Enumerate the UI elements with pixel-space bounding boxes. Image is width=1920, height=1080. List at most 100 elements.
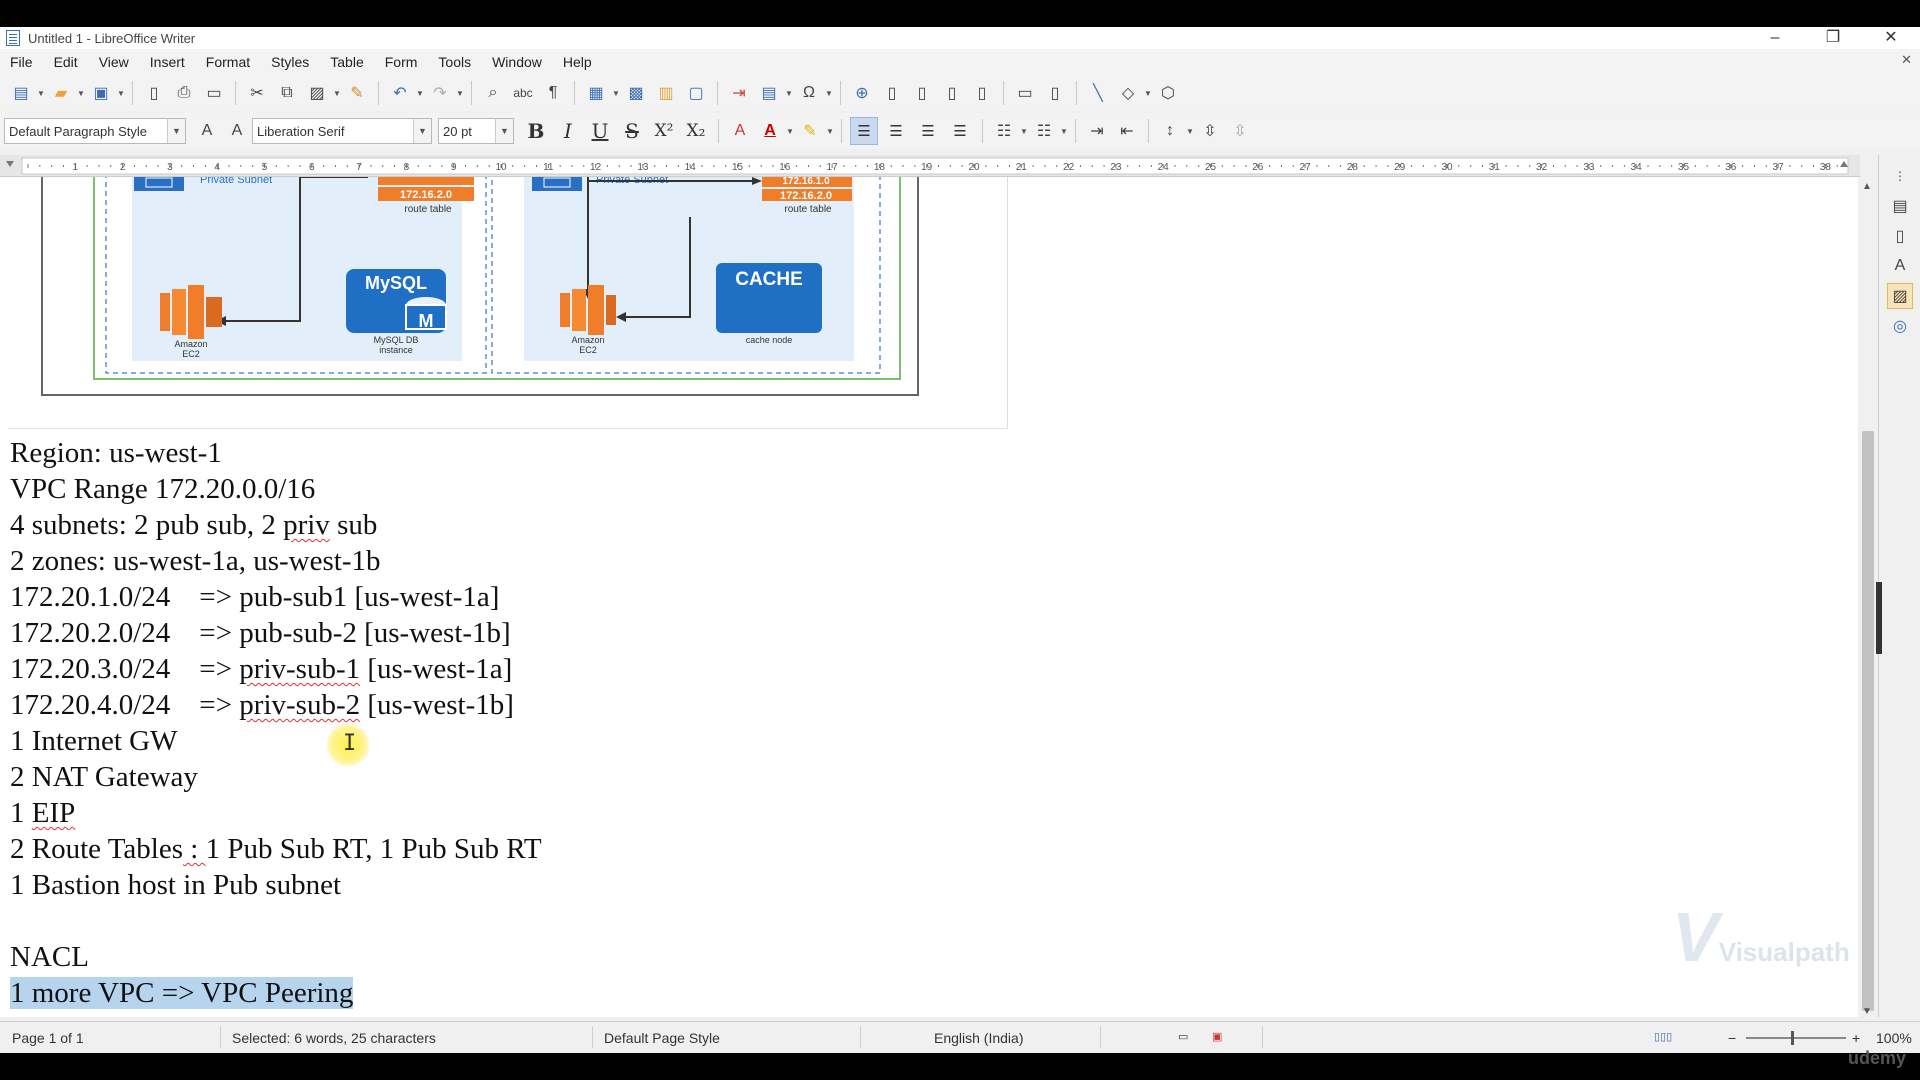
spelling-icon[interactable]: abc — [510, 80, 536, 106]
numbered-list-icon[interactable]: ☷ — [1031, 118, 1057, 144]
new-dropdown-icon[interactable]: ▼ — [36, 80, 46, 106]
insert-table-icon[interactable]: ▦ — [583, 80, 609, 106]
clone-formatting-icon[interactable]: ✎ — [344, 80, 370, 106]
sidebar-menu-icon[interactable]: ⋮ — [1887, 163, 1913, 189]
close-window-button[interactable]: ✕ — [1862, 27, 1920, 49]
line-spacing-dropdown-icon[interactable]: ▼ — [1185, 118, 1195, 144]
clear-formatting-icon[interactable]: A — [727, 118, 753, 144]
close-document-icon[interactable]: ✕ — [1901, 52, 1912, 68]
print-preview-icon[interactable]: ▭ — [201, 80, 227, 106]
field-dropdown-icon[interactable]: ▼ — [784, 80, 794, 106]
italic-button[interactable]: I — [554, 117, 582, 145]
underline-button[interactable]: U — [586, 117, 614, 145]
insert-mode-icon[interactable]: ▭ — [1178, 1030, 1188, 1043]
save-icon[interactable]: ▣ — [88, 80, 114, 106]
strikethrough-button[interactable]: S — [618, 117, 646, 145]
vpc-diagram-image[interactable]: Private Subnet Private Subnet 172.16.2.0… — [8, 177, 1008, 429]
chevron-down-icon[interactable]: ▼ — [495, 119, 513, 143]
scrollbar-thumb[interactable] — [1862, 431, 1874, 1011]
open-dropdown-icon[interactable]: ▼ — [76, 80, 86, 106]
menu-view[interactable]: View — [89, 54, 140, 70]
horizontal-ruler[interactable]: 1 2 3 4 5 6 7 8 9 10 11 12 13 14 15 16 17 18 19 20 21 22 23 24 2… — [0, 155, 1860, 177]
minimize-button[interactable]: – — [1746, 27, 1804, 49]
menu-form[interactable]: Form — [375, 54, 429, 70]
paste-dropdown-icon[interactable]: ▼ — [332, 80, 342, 106]
insert-textbox-icon[interactable]: ▢ — [683, 80, 709, 106]
align-center-button[interactable]: ☰ — [882, 117, 910, 145]
highlight-color-icon[interactable]: ✎ — [797, 118, 823, 144]
save-dropdown-icon[interactable]: ▼ — [116, 80, 126, 106]
cross-reference-icon[interactable]: ▯ — [969, 80, 995, 106]
menu-tools[interactable]: Tools — [428, 54, 482, 70]
menu-format[interactable]: Format — [196, 54, 261, 70]
menu-table[interactable]: Table — [320, 54, 374, 70]
chevron-down-icon[interactable]: ▼ — [413, 119, 431, 143]
document-modified-icon[interactable]: ▣ — [1212, 1030, 1222, 1043]
insert-image-icon[interactable]: ▩ — [623, 80, 649, 106]
navigator-icon[interactable]: ◎ — [1887, 313, 1913, 339]
align-right-button[interactable]: ☰ — [914, 117, 942, 145]
menu-help[interactable]: Help — [553, 54, 603, 70]
export-pdf-icon[interactable]: ▯ — [141, 80, 167, 106]
hyperlink-icon[interactable]: ⊕ — [849, 80, 875, 106]
insert-field-icon[interactable]: ▤ — [756, 80, 782, 106]
line-spacing-icon[interactable]: ↕ — [1157, 118, 1183, 144]
table-dropdown-icon[interactable]: ▼ — [611, 80, 621, 106]
properties-icon[interactable]: ▤ — [1887, 193, 1913, 219]
bullet-list-icon[interactable]: ☷ — [991, 118, 1017, 144]
undo-icon[interactable]: ↶ — [387, 80, 413, 106]
zoom-slider[interactable] — [1746, 1037, 1846, 1039]
increase-indent-icon[interactable]: ⇥ — [1084, 118, 1110, 144]
scroll-up-icon[interactable]: ▲ — [1862, 181, 1872, 192]
new-style-icon[interactable]: A — [224, 118, 250, 144]
zoom-in-icon[interactable]: + — [1852, 1030, 1860, 1046]
track-changes-icon[interactable]: ▯ — [1042, 80, 1068, 106]
find-replace-icon[interactable]: ⌕ — [480, 80, 506, 106]
gallery-icon[interactable]: ▨ — [1887, 283, 1913, 309]
special-character-icon[interactable]: Ω — [796, 80, 822, 106]
zoom-level[interactable]: 100% — [1876, 1030, 1912, 1046]
styles-icon[interactable]: A — [1887, 253, 1913, 279]
font-size-select[interactable]: 20 pt ▼ — [438, 118, 514, 144]
formatting-marks-icon[interactable]: ¶ — [540, 80, 566, 106]
insert-line-icon[interactable]: ╲ — [1085, 80, 1111, 106]
view-layout-icon[interactable]: ▯▯▯ — [1654, 1030, 1672, 1043]
page-count[interactable]: Page 1 of 1 — [12, 1030, 84, 1046]
font-name-select[interactable]: Liberation Serif ▼ — [252, 118, 432, 144]
decrease-paragraph-spacing-icon[interactable]: ⇳ — [1227, 118, 1253, 144]
document-page[interactable]: Private Subnet Private Subnet 172.16.2.0… — [0, 177, 1858, 1017]
font-color-icon[interactable]: A — [757, 118, 783, 144]
zoom-out-icon[interactable]: − — [1728, 1030, 1736, 1046]
font-color-dropdown-icon[interactable]: ▼ — [785, 118, 795, 144]
superscript-button[interactable]: X² — [650, 117, 678, 145]
new-document-icon[interactable]: ▤ — [8, 80, 34, 106]
restore-button[interactable]: ❐ — [1804, 27, 1862, 49]
redo-dropdown-icon[interactable]: ▼ — [455, 80, 465, 106]
scroll-down-icon[interactable]: ▼ — [1862, 1006, 1872, 1017]
insert-chart-icon[interactable]: ▥ — [653, 80, 679, 106]
word-count[interactable]: Selected: 6 words, 25 characters — [232, 1030, 436, 1046]
menu-file[interactable]: File — [0, 54, 44, 70]
shapes-dropdown-icon[interactable]: ▼ — [1143, 80, 1153, 106]
numbered-dropdown-icon[interactable]: ▼ — [1059, 118, 1069, 144]
bookmark-icon[interactable]: ▯ — [939, 80, 965, 106]
draw-functions-icon[interactable]: ⬡ — [1155, 80, 1181, 106]
endnote-icon[interactable]: ▯ — [909, 80, 935, 106]
copy-icon[interactable]: ⧉ — [274, 80, 300, 106]
print-icon[interactable]: ⎙ — [171, 80, 197, 106]
paragraph-style-select[interactable]: Default Paragraph Style ▼ — [4, 118, 186, 144]
bold-button[interactable]: B — [522, 117, 550, 145]
paste-icon[interactable]: ▨ — [304, 80, 330, 106]
align-left-button[interactable]: ☰ — [850, 117, 878, 145]
zoom-slider-handle[interactable] — [1791, 1031, 1794, 1045]
chevron-down-icon[interactable]: ▼ — [167, 119, 185, 143]
subscript-button[interactable]: X₂ — [682, 117, 710, 145]
document-body-text[interactable]: Region: us-west-1 VPC Range 172.20.0.0/1… — [10, 435, 542, 1011]
page-style[interactable]: Default Page Style — [604, 1030, 720, 1046]
menu-window[interactable]: Window — [482, 54, 553, 70]
menu-insert[interactable]: Insert — [140, 54, 196, 70]
undo-dropdown-icon[interactable]: ▼ — [415, 80, 425, 106]
comment-icon[interactable]: ▭ — [1012, 80, 1038, 106]
update-style-icon[interactable]: A — [194, 118, 220, 144]
decrease-indent-icon[interactable]: ⇤ — [1114, 118, 1140, 144]
